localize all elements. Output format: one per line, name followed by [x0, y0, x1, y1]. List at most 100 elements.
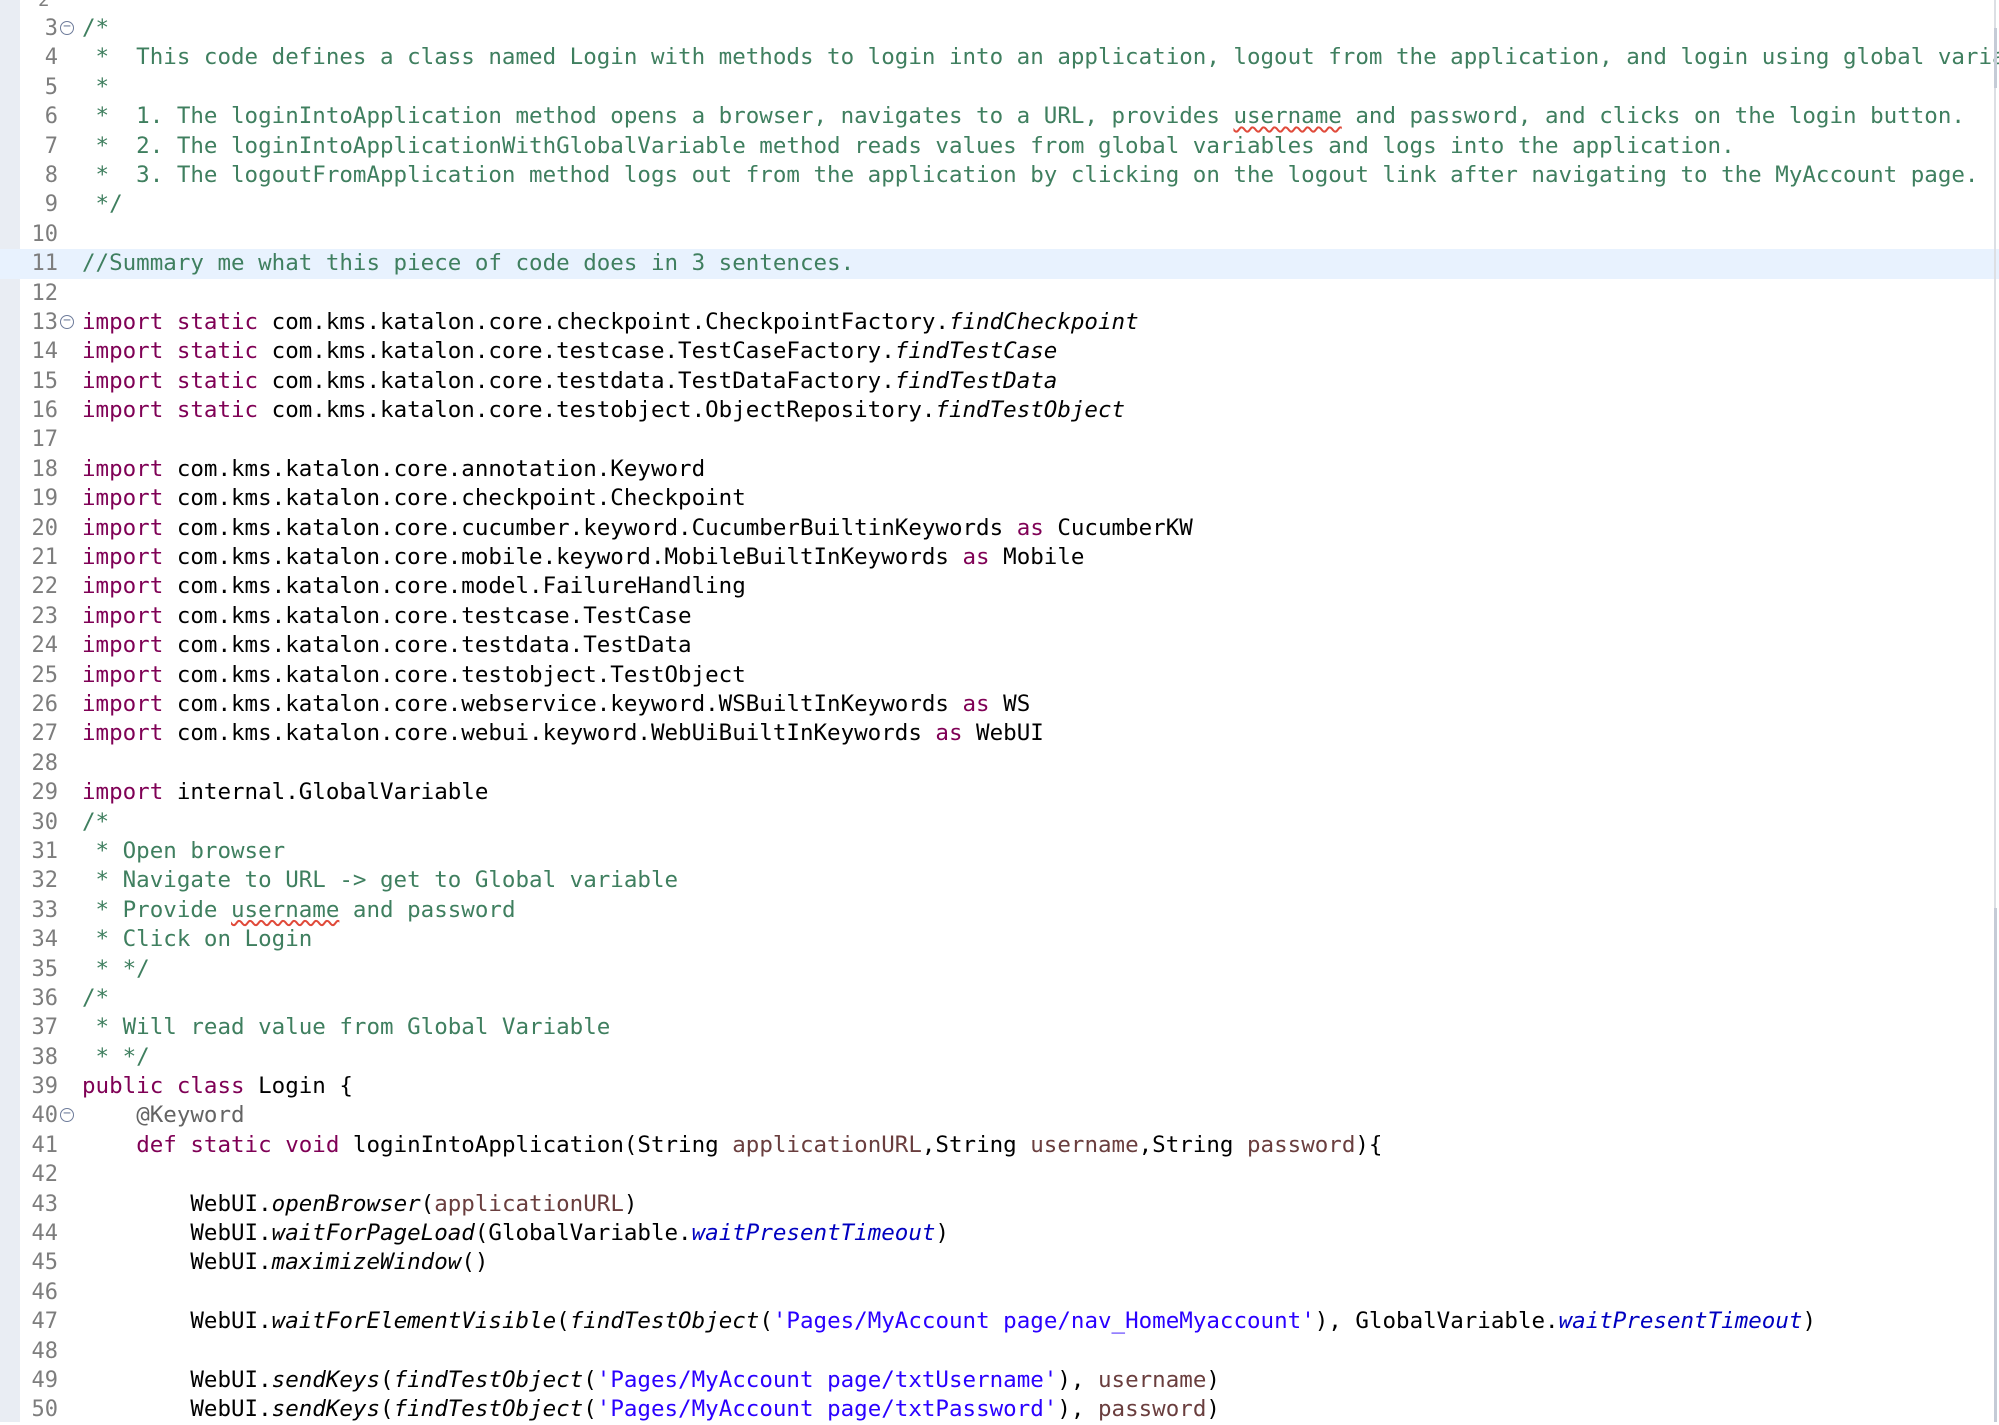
code-line[interactable]: 23 import com.kms.katalon.core.testcase.T… [0, 602, 1999, 631]
code-token-comment: * 3. The logoutFromApplication method lo… [82, 161, 1979, 188]
code-line[interactable]: 45 WebUI.maximizeWindow() [0, 1248, 1999, 1277]
code-token-plain: ( [583, 1396, 597, 1423]
code-line[interactable]: 13− import static com.kms.katalon.core.ch… [0, 308, 1999, 337]
code-line[interactable]: 41 def static void loginIntoApplication(… [0, 1131, 1999, 1160]
code-line[interactable]: 40− @Keyword [0, 1101, 1999, 1130]
code-text: * 1. The loginIntoApplication method ope… [82, 102, 1965, 131]
line-number: 42 [31, 1162, 59, 1188]
line-number: 45 [31, 1250, 59, 1276]
line-number: 17 [31, 427, 59, 453]
code-line[interactable]: 20 import com.kms.katalon.core.cucumber.k… [0, 514, 1999, 543]
code-line[interactable]: 36 /* [0, 984, 1999, 1013]
code-line[interactable]: 18 import com.kms.katalon.core.annotation… [0, 455, 1999, 484]
code-token-method: findTestData [894, 367, 1058, 394]
code-line[interactable]: 43 WebUI.openBrowser(applicationURL) [0, 1190, 1999, 1219]
code-line[interactable]: 37 * Will read value from Global Variabl… [0, 1013, 1999, 1042]
collapse-fold-icon[interactable]: − [60, 314, 74, 329]
code-text: * Will read value from Global Variable [82, 1013, 611, 1042]
line-number: 44 [31, 1221, 59, 1247]
code-text: * This code defines a class named Login … [82, 43, 1999, 72]
code-token-plain: ){ [1355, 1131, 1383, 1158]
code-line[interactable]: 16 import static com.kms.katalon.core.tes… [0, 396, 1999, 425]
collapse-fold-icon[interactable]: − [60, 1107, 74, 1123]
code-text: * Provide username and password [82, 896, 516, 925]
code-token-method: findTestCase [894, 338, 1058, 365]
code-token-keyword: import [82, 632, 164, 659]
code-line[interactable]: 46 [0, 1278, 1999, 1307]
code-token-keyword: import [82, 690, 164, 717]
code-token-method: findTestObject [393, 1396, 584, 1423]
code-line[interactable]: 27 import com.kms.katalon.core.webui.keyw… [0, 719, 1999, 748]
code-line[interactable]: 4 * This code defines a class named Logi… [0, 43, 1999, 72]
code-line[interactable]: 19 import com.kms.katalon.core.checkpoint… [0, 484, 1999, 513]
code-token-plain: WebUI. [82, 1220, 272, 1247]
code-line[interactable]: 47 WebUI.waitForElementVisible(findTestO… [0, 1307, 1999, 1336]
line-number-partial: 2 [38, 0, 50, 11]
code-token-method: findCheckpoint [948, 308, 1139, 335]
code-line[interactable]: 8 * 3. The logoutFromApplication method … [0, 161, 1999, 190]
code-token-comment: * Click on Login [82, 926, 313, 953]
code-line[interactable]: 12 [0, 279, 1999, 308]
code-line[interactable]: 49 WebUI.sendKeys(findTestObject('Pages/… [0, 1366, 1999, 1395]
code-line[interactable]: 33 * Provide username and password [0, 896, 1999, 925]
code-line[interactable]: 24 import com.kms.katalon.core.testdata.T… [0, 631, 1999, 660]
code-line[interactable]: 31 * Open browser [0, 837, 1999, 866]
code-line[interactable]: 22 import com.kms.katalon.core.model.Fail… [0, 572, 1999, 601]
code-editor[interactable]: 2 3−/* 4 * This code defines a class name… [0, 0, 1999, 1422]
code-line[interactable]: 48 [0, 1337, 1999, 1366]
code-line[interactable]: 30 /* [0, 808, 1999, 837]
line-number: 34 [31, 927, 59, 953]
code-line[interactable]: 3−/* [0, 14, 1999, 43]
code-token-plain: CucumberKW [1043, 514, 1193, 541]
code-line[interactable]: 25 import com.kms.katalon.core.testobject… [0, 661, 1999, 690]
code-text: * Click on Login [82, 925, 313, 954]
code-text: WebUI.waitForElementVisible(findTestObje… [82, 1307, 1816, 1336]
code-line[interactable]: 34 * Click on Login [0, 925, 1999, 954]
code-token-keyword: import static [82, 367, 259, 394]
code-token-comment: //Summary me what this piece of code doe… [82, 250, 855, 277]
line-number: 3 [44, 16, 58, 41]
code-token-plain: WebUI. [82, 1190, 272, 1217]
code-text: public class Login { [82, 1072, 353, 1101]
collapse-fold-icon[interactable]: − [60, 20, 74, 35]
overview-ruler-marker[interactable] [1994, 908, 1997, 1422]
code-line[interactable]: 6 * 1. The loginIntoApplication method o… [0, 102, 1999, 131]
code-line[interactable]: 21 import com.kms.katalon.core.mobile.key… [0, 543, 1999, 572]
code-line[interactable]: 44 WebUI.waitForPageLoad(GlobalVariable.… [0, 1219, 1999, 1248]
code-token-plain: WebUI. [82, 1396, 272, 1423]
code-line[interactable]: 10 [0, 220, 1999, 249]
code-text: import static com.kms.katalon.core.check… [82, 308, 1139, 337]
code-token-plain: WS [989, 690, 1031, 717]
code-text: WebUI.maximizeWindow() [82, 1248, 488, 1277]
code-token-method: sendKeys [271, 1366, 381, 1393]
overview-ruler-marker[interactable] [1994, 28, 1997, 88]
code-line[interactable]: 35 * */ [0, 955, 1999, 984]
code-line[interactable]: 5 * [0, 73, 1999, 102]
code-line[interactable]: 42 [0, 1160, 1999, 1189]
code-token-comment: and password, and clicks on the login bu… [1341, 103, 1965, 130]
code-line[interactable]: 14 import static com.kms.katalon.core.tes… [0, 337, 1999, 366]
code-line-current[interactable]: 11 //Summary me what this piece of code d… [0, 249, 1999, 279]
code-line[interactable]: 32 * Navigate to URL -> get to Global va… [0, 866, 1999, 895]
code-line[interactable]: 9 */ [0, 190, 1999, 219]
code-text: WebUI.sendKeys(findTestObject('Pages/MyA… [82, 1395, 1220, 1424]
code-line[interactable]: 28 [0, 749, 1999, 778]
code-line[interactable]: 7 * 2. The loginIntoApplicationWithGloba… [0, 132, 1999, 161]
line-number: 50 [31, 1397, 59, 1423]
code-token-comment: and password [339, 896, 516, 923]
code-text: * [82, 73, 110, 102]
code-token-string: 'Pages/MyAccount page/nav_HomeMyaccount' [772, 1308, 1315, 1335]
line-number: 36 [31, 985, 59, 1011]
code-token-plain: ), [1057, 1396, 1098, 1423]
code-token-plain: ( [583, 1366, 597, 1393]
code-line[interactable]: 50 WebUI.sendKeys(findTestObject('Pages/… [0, 1395, 1999, 1424]
code-line[interactable]: 39 public class Login { [0, 1072, 1999, 1101]
line-number: 18 [31, 456, 59, 482]
code-line[interactable]: 38 * */ [0, 1043, 1999, 1072]
code-token-plain: com.kms.katalon.core.testobject.TestObje… [163, 661, 746, 688]
code-line[interactable]: 17 [0, 425, 1999, 454]
code-line[interactable]: 26 import com.kms.katalon.core.webservice… [0, 690, 1999, 719]
code-line[interactable]: 29 import internal.GlobalVariable [0, 778, 1999, 807]
code-line[interactable]: 15 import static com.kms.katalon.core.tes… [0, 367, 1999, 396]
line-number: 37 [31, 1015, 59, 1041]
